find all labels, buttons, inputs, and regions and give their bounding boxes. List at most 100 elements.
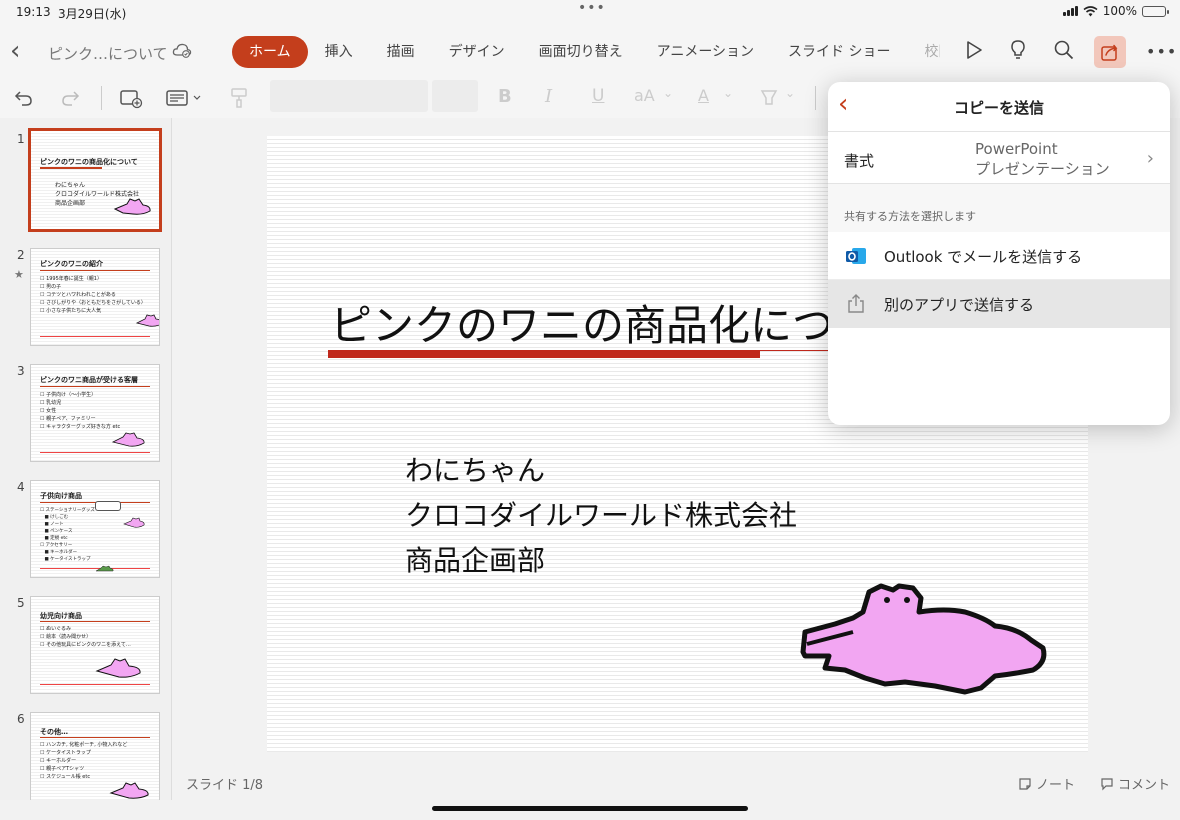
thumbnail-underline — [40, 621, 150, 622]
thumbnail-line: ☐ ケータイストラップ — [40, 750, 91, 756]
format-value: PowerPoint プレゼンテーション — [975, 139, 1110, 179]
speech-bubble — [95, 501, 121, 511]
bold-button[interactable]: B — [498, 86, 512, 110]
thumbnail-line: ☐ その他玩具にピンクのワニを添えて… — [40, 642, 131, 648]
thumbnail-line: ☐ キーホルダー — [40, 758, 77, 764]
slide-thumbnail[interactable]: 幼児向け商品 ☐ ぬいぐるみ ☐ 絵本（読み聞かせ） ☐ その他玩具にピンクのワ… — [30, 596, 160, 694]
thumbnail-line: ■ けしごむ — [40, 515, 69, 520]
cellular-signal-icon — [1062, 6, 1078, 16]
status-date: 3月29日(水) — [58, 7, 127, 21]
thumbnail-line: ■ 定規 etc — [40, 536, 68, 541]
notes-button[interactable]: ノート — [1018, 774, 1075, 793]
slide-body-line: わにちゃん — [405, 454, 546, 487]
format-painter-icon[interactable] — [228, 86, 250, 110]
title-red-bar — [328, 350, 760, 358]
cloud-sync-icon[interactable] — [172, 42, 192, 58]
thumbnail-line: ☐ 絵本（読み聞かせ） — [40, 634, 92, 640]
tab-animations[interactable]: アニメーション — [640, 36, 771, 68]
tab-transitions[interactable]: 画面切り替え — [522, 36, 640, 68]
more-icon[interactable]: ••• — [1146, 42, 1177, 61]
home-indicator[interactable] — [432, 806, 748, 811]
layout-icon[interactable] — [164, 86, 206, 110]
thumbnail-line: ☐ スケジュール帳 etc — [40, 774, 91, 780]
slide-body-line: クロコダイルワールド株式会社 — [405, 499, 798, 532]
thumbnail-underline — [40, 270, 150, 271]
thumbnail-number: 4 — [17, 480, 25, 494]
font-size-box[interactable] — [432, 80, 478, 112]
chevron-down-icon[interactable]: ⌄ — [785, 86, 795, 110]
italic-button[interactable]: I — [545, 86, 552, 110]
thumbnail-bottom-line — [40, 452, 150, 453]
search-icon[interactable] — [1052, 38, 1076, 62]
slide-thumbnail[interactable]: ピンクのワニの紹介 ☐ 1995年春に誕生（親1） ☐ 男の子 ☐ コテツとハワ… — [30, 248, 160, 346]
redo-icon[interactable] — [58, 86, 82, 110]
slide-thumbnail-panel[interactable]: 1 ピンクのワニの商品化について わにちゃん クロコダイルワールド株式会社 商品… — [0, 118, 172, 800]
chevron-down-icon[interactable]: ⌄ — [723, 86, 733, 110]
thumbnail-line: ■ ノート — [40, 522, 64, 527]
format-label: 書式 — [844, 152, 875, 170]
panel-title: コピーを送信 — [953, 99, 1044, 117]
croc-illustration — [95, 658, 141, 678]
thumbnail-underline — [40, 386, 150, 387]
animation-star-icon: ★ — [14, 268, 24, 281]
croc-illustration — [95, 565, 114, 572]
croc-illustration — [135, 314, 159, 327]
format-row[interactable]: 書式 PowerPoint プレゼンテーション › — [828, 132, 1170, 184]
font-name-box[interactable] — [270, 80, 428, 112]
slide-thumbnail[interactable]: ピンクのワニ商品が受ける客層 ☐ 子供向け（〜小学生） ☐ 乳幼児 ☐ 女性 ☐… — [30, 364, 160, 462]
thumbnail-title: 子供向け商品 — [40, 492, 82, 500]
tab-draw[interactable]: 描画 — [370, 36, 432, 68]
thumbnail-line: ☐ 女性 — [40, 408, 57, 414]
new-slide-icon[interactable] — [118, 86, 144, 110]
underline-button[interactable]: U — [592, 86, 604, 110]
font-color-icon[interactable]: A — [698, 86, 709, 110]
comments-button[interactable]: コメント — [1100, 774, 1170, 793]
undo-icon[interactable] — [12, 86, 36, 110]
thumbnail-title: ピンクのワニの紹介 — [40, 260, 103, 268]
document-title[interactable]: ピンク…について — [48, 43, 168, 64]
outlook-option[interactable]: Outlook でメールを送信する — [828, 232, 1170, 280]
thumbnail-bottom-line — [40, 336, 150, 337]
thumbnail-number: 6 — [17, 712, 25, 726]
other-app-option-label: 別のアプリで送信する — [884, 296, 1035, 314]
thumbnail-title: 幼児向け商品 — [40, 612, 82, 620]
lightbulb-icon[interactable] — [1006, 38, 1030, 62]
status-footer: スライド 1/8 ノート コメント — [172, 768, 1180, 798]
thumbnail-line: ☐ ステーショナリーグッズ — [40, 508, 95, 513]
multitasking-dots-icon[interactable]: ••• — [578, 0, 606, 16]
wifi-icon — [1083, 5, 1098, 16]
play-icon[interactable] — [962, 38, 986, 62]
croc-illustration — [109, 782, 149, 799]
thumbnail-line: わにちゃん — [55, 182, 86, 189]
tab-review[interactable]: 校閲 — [908, 36, 941, 68]
croc-illustration — [123, 517, 145, 528]
tab-slideshow[interactable]: スライド ショー — [771, 36, 907, 68]
thumbnail-number: 2 — [17, 248, 25, 262]
chevron-right-icon: › — [1146, 148, 1154, 169]
tab-home[interactable]: ホーム — [232, 36, 308, 68]
slide-body[interactable]: わにちゃん クロコダイルワールド株式会社 商品企画部 — [405, 448, 797, 583]
share-icon[interactable] — [1099, 41, 1121, 63]
thumbnail-line: ■ ペンケース — [40, 529, 73, 534]
slide-thumbnail[interactable]: 子供向け商品 ☐ ステーショナリーグッズ ■ けしごむ ■ ノート ■ ペンケー… — [30, 480, 160, 578]
status-right: 100% — [1062, 4, 1169, 18]
battery-icon — [1142, 5, 1169, 17]
highlight-icon[interactable] — [758, 86, 780, 110]
font-size-icon[interactable]: aA — [634, 86, 655, 110]
thumbnail-line: ☐ キャラクターグッズ好きな方 etc — [40, 424, 121, 430]
other-app-option[interactable]: 別のアプリで送信する — [828, 280, 1170, 328]
back-chevron-icon[interactable]: ‹ — [10, 38, 20, 64]
share-button[interactable] — [1094, 36, 1126, 68]
pink-crocodile-image[interactable] — [795, 582, 1055, 702]
thumbnail-number: 3 — [17, 364, 25, 378]
tab-insert[interactable]: 挿入 — [308, 36, 370, 68]
chevron-down-icon[interactable]: ⌄ — [663, 86, 673, 110]
thumbnail-line: ☐ 親子ペア、ファミリー — [40, 416, 96, 422]
slide-thumbnail[interactable]: その他… ☐ ハンカチ, 化粧ポーチ, 小物入れなど ☐ ケータイストラップ ☐… — [30, 712, 160, 800]
thumbnail-line: ☐ 乳幼児 — [40, 400, 62, 406]
tab-design[interactable]: デザイン — [432, 36, 522, 68]
thumbnail-line: ■ キーホルダー — [40, 550, 78, 555]
comments-label: コメント — [1118, 778, 1171, 793]
slide-thumbnail[interactable]: ピンクのワニの商品化について わにちゃん クロコダイルワールド株式会社 商品企画… — [28, 128, 162, 232]
thumbnail-body: ☐ 1995年春に誕生（親1） ☐ 男の子 ☐ コテツとハワれわれことがある ☐… — [40, 275, 146, 315]
